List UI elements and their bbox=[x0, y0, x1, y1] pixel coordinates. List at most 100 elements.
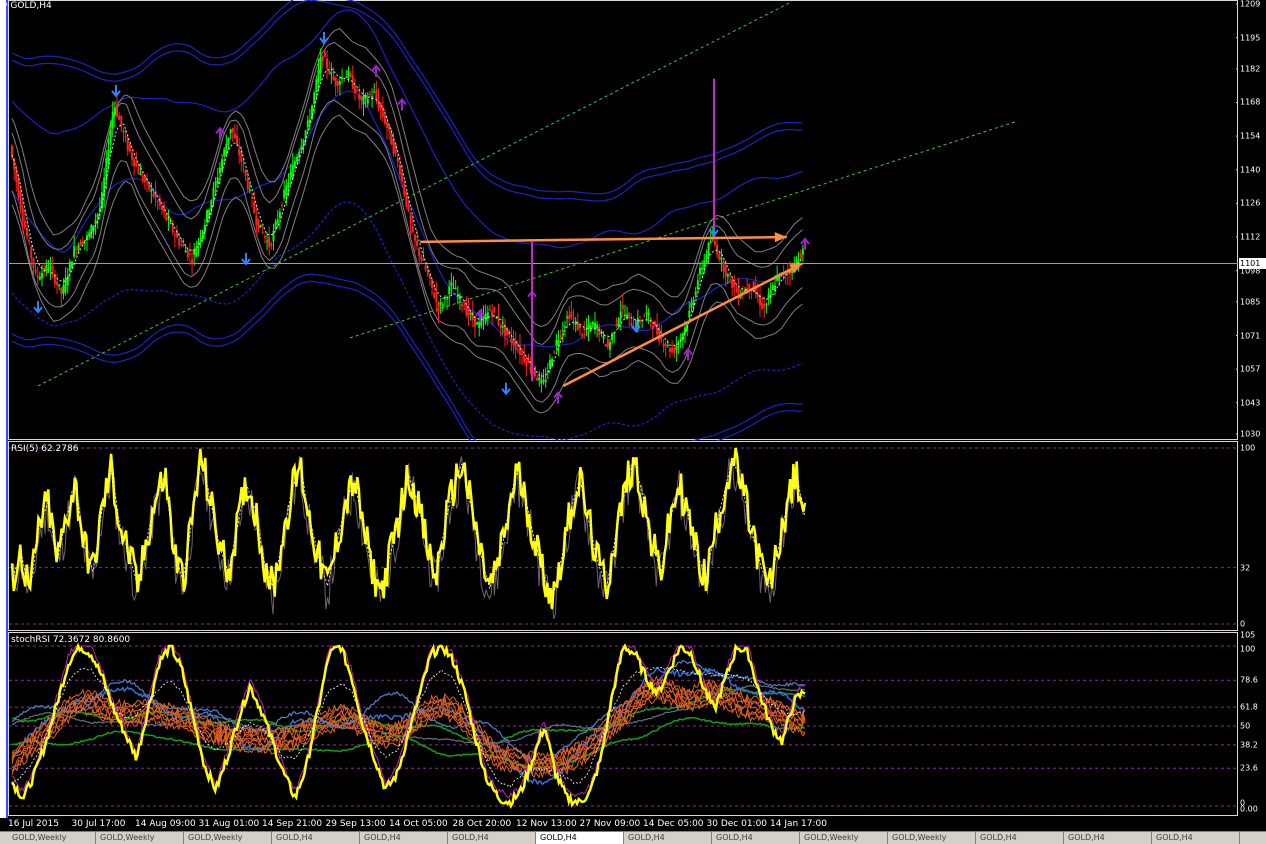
candle-body bbox=[276, 219, 279, 224]
rsi-tick-label: 100 bbox=[1240, 443, 1256, 453]
envelope-band-line bbox=[11, 27, 803, 327]
candle-body bbox=[409, 214, 412, 224]
candle-body bbox=[236, 135, 239, 145]
candle-body bbox=[266, 240, 269, 242]
candle-body bbox=[19, 191, 22, 209]
time-tick-label: 31 Aug 01:00 bbox=[198, 819, 260, 829]
candle-body bbox=[28, 240, 31, 243]
candle-body bbox=[553, 351, 556, 353]
price-tick-label: 1071 bbox=[1240, 331, 1261, 340]
candle-body bbox=[201, 230, 204, 240]
candle-body bbox=[478, 321, 481, 329]
current-price-label: 1101 bbox=[1239, 258, 1266, 270]
chart-tab[interactable]: GOLD,H4 bbox=[712, 832, 800, 844]
candle-body bbox=[696, 280, 699, 290]
candle-body bbox=[675, 346, 678, 350]
candle-body bbox=[36, 275, 39, 278]
trendline-arrowhead-icon bbox=[774, 232, 787, 243]
chart-tab[interactable]: GOLD,H4 bbox=[624, 832, 712, 844]
candle-body bbox=[619, 311, 622, 319]
chart-tab[interactable]: GOLD,H4 bbox=[1064, 832, 1152, 844]
up-arrow-icon bbox=[241, 253, 251, 266]
stochrsi-chart-svg[interactable] bbox=[0, 632, 1238, 816]
candle-body bbox=[488, 309, 491, 311]
candle-body bbox=[274, 221, 277, 229]
chart-tab[interactable]: GOLD,Weekly bbox=[888, 832, 976, 844]
candle-body bbox=[60, 287, 63, 294]
candle-body bbox=[373, 91, 376, 93]
candle-body bbox=[381, 106, 384, 117]
candle-body bbox=[21, 208, 24, 222]
stochrsi-tick-label: 78.6 bbox=[1240, 675, 1258, 685]
down-arrow-icon bbox=[397, 97, 407, 111]
chart-tab[interactable]: GOLD,H4 bbox=[536, 832, 624, 844]
chart-tab[interactable]: GOLD,H4 bbox=[1152, 832, 1240, 844]
candle-body bbox=[583, 328, 586, 330]
candle-body bbox=[763, 303, 766, 308]
candle-body bbox=[733, 280, 736, 288]
stochrsi-tick-label: 100 bbox=[1240, 644, 1256, 654]
candle-body bbox=[268, 237, 271, 248]
candle-body bbox=[186, 249, 189, 258]
candle-body bbox=[643, 316, 646, 318]
candle-body bbox=[662, 343, 665, 347]
candle-body bbox=[628, 312, 631, 317]
price-tick-label: 1182 bbox=[1240, 64, 1261, 74]
candle-body bbox=[23, 220, 26, 228]
candle-body bbox=[169, 223, 172, 225]
candle-body bbox=[664, 344, 667, 347]
candle-body bbox=[424, 265, 427, 270]
candle-body bbox=[300, 146, 303, 151]
chart-tab[interactable]: GOLD,Weekly bbox=[96, 832, 184, 844]
bollinger-band-line bbox=[11, 273, 803, 441]
chart-tab[interactable]: GOLD,H4 bbox=[448, 832, 536, 844]
candle-body bbox=[343, 79, 346, 81]
stochrsi-axis[interactable]: 105 100 78.6 61.8 50 38.2 23.6 0 0.00 bbox=[1239, 630, 1266, 816]
candle-body bbox=[47, 268, 50, 271]
rsi-axis[interactable]: 100 32 0 bbox=[1239, 441, 1266, 631]
time-tick-label: 14 Oct 05:00 bbox=[389, 819, 448, 829]
chart-tab[interactable]: GOLD,H4 bbox=[976, 832, 1064, 844]
rsi-chart-svg[interactable] bbox=[0, 441, 1238, 631]
candle-body bbox=[611, 333, 614, 341]
price-axis[interactable]: 1209 1195 1182 1168 1154 1140 1126 1112 1098 1085… bbox=[1239, 0, 1266, 441]
candle-body bbox=[242, 164, 245, 166]
candle-body bbox=[17, 179, 20, 198]
chart-tab[interactable]: GOLD,Weekly bbox=[8, 832, 96, 844]
candle-body bbox=[681, 333, 684, 341]
chart-tab[interactable]: GOLD,H4 bbox=[360, 832, 448, 844]
candle-body bbox=[493, 307, 496, 312]
candle-body bbox=[281, 205, 284, 207]
time-axis[interactable]: 16 Jul 2015 30 Jul 17:00 14 Aug 09:00 31 Au… bbox=[8, 817, 1238, 831]
candle-body bbox=[270, 243, 273, 246]
candle-body bbox=[668, 348, 671, 353]
candle-body bbox=[651, 325, 654, 330]
candle-body bbox=[330, 72, 333, 75]
candle-body bbox=[418, 247, 421, 257]
candle-body bbox=[525, 358, 528, 367]
candle-body bbox=[88, 232, 91, 236]
candle-body bbox=[362, 96, 365, 105]
chart-tab[interactable]: GOLD,H4 bbox=[272, 832, 360, 844]
chart-tab[interactable]: GOLD,Weekly bbox=[184, 832, 272, 844]
candle-body bbox=[283, 189, 286, 199]
candle-body bbox=[771, 285, 774, 291]
stochrsi-tick-label: 105 bbox=[1240, 630, 1256, 640]
candle-body bbox=[499, 323, 502, 329]
candle-body bbox=[458, 295, 461, 300]
price-tick-label: 1030 bbox=[1240, 429, 1261, 439]
candle-body bbox=[306, 120, 309, 128]
candle-body bbox=[428, 274, 431, 279]
candle-body bbox=[255, 215, 258, 226]
candle-body bbox=[441, 304, 444, 307]
stochrsi-tick-label: 61.8 bbox=[1240, 702, 1258, 712]
price-tick-label: 1057 bbox=[1240, 364, 1261, 374]
candle-body bbox=[34, 269, 37, 273]
up-arrow-icon bbox=[319, 32, 329, 45]
chart-tab[interactable]: GOLD,Weekly bbox=[800, 832, 888, 844]
candle-body bbox=[523, 355, 526, 362]
candle-body bbox=[238, 148, 241, 156]
price-chart-svg[interactable] bbox=[0, 0, 1238, 441]
collapse-arrow-icon[interactable]: ▼ bbox=[2, 2, 7, 10]
candle-body bbox=[392, 138, 395, 154]
